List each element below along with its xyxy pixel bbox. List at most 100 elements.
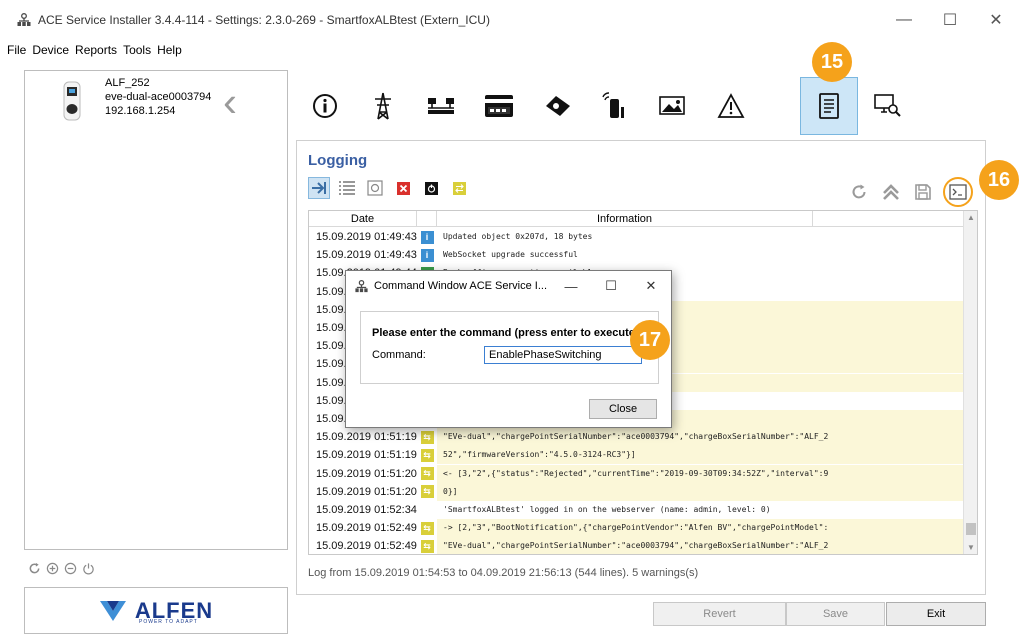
charger-tab[interactable]: [586, 77, 644, 135]
row-icon-cell: ⇆: [417, 430, 437, 444]
row-date: 15.09.2019 01:51:20: [316, 485, 417, 498]
message-filter-button[interactable]: [448, 177, 470, 199]
device-name: ALF_252: [105, 77, 150, 89]
minimize-button[interactable]: —: [881, 0, 927, 40]
dialog-close-button[interactable]: Close: [589, 399, 657, 419]
network-icon: [428, 98, 454, 114]
message-arrows-icon: ⇆: [420, 521, 434, 535]
add-icon[interactable]: [46, 562, 59, 575]
dialog-title: Command Window ACE Service I...: [374, 280, 548, 292]
grid-tab[interactable]: [354, 77, 412, 135]
power-icon[interactable]: [82, 562, 95, 575]
table-row[interactable]: 15.09.2019 01:52:34 'SmartfoxALBtest' log…: [309, 501, 964, 519]
row-date: 15.09.2019 01:49:43: [316, 231, 417, 244]
warning-icon: [717, 93, 745, 118]
callout-badge-17: 17: [630, 320, 670, 360]
refresh-icon[interactable]: [28, 562, 41, 575]
message-arrows-icon: ⇆: [420, 448, 434, 462]
autoscroll-button[interactable]: [308, 177, 330, 199]
table-row[interactable]: 15.09.2019 01:49:43 i WebSocket upgrade su…: [309, 246, 964, 264]
device-id: eve-dual-ace0003794: [105, 91, 212, 103]
row-information: <- [3,"2",{"status":"Rejected","currentT…: [437, 464, 964, 483]
dialog-maximize-button[interactable]: ☐: [591, 271, 631, 301]
log-status: Log from 15.09.2019 01:54:53 to 04.09.20…: [308, 567, 699, 579]
message-arrows-icon: ⇆: [420, 485, 434, 499]
header-icon: [417, 211, 437, 226]
scroll-down-icon[interactable]: ▼: [967, 543, 975, 552]
list-view-button[interactable]: [336, 177, 358, 199]
table-row[interactable]: 15.09.2019 01:49:43 i Updated object 0x207…: [309, 228, 964, 246]
window-title: ACE Service Installer 3.4.4-114 - Settin…: [38, 13, 490, 27]
row-icon-cell: ⇆: [417, 448, 437, 462]
table-row[interactable]: 15.09.2019 01:52:49 ⇆ -> [2,"3","BootNotif…: [309, 519, 964, 538]
log-toolbar-right: [847, 177, 973, 207]
table-row[interactable]: 15.09.2019 01:51:20 ⇆ <- [3,"2",{"status":…: [309, 464, 964, 483]
scroll-thumb[interactable]: [966, 523, 976, 535]
row-icon-cell: i: [417, 248, 437, 262]
row-information: WebSocket upgrade successful: [443, 250, 578, 260]
table-row[interactable]: 15.09.2019 01:52:49 ⇆ "EVe-dual","chargePo…: [309, 537, 964, 554]
alfen-logo-mark-icon: [99, 600, 126, 621]
table-row[interactable]: 15.09.2019 01:51:19 ⇆ "EVe-dual","chargePo…: [309, 428, 964, 447]
command-input[interactable]: [484, 346, 642, 364]
row-date: 15.09.2019 01:52:49: [316, 522, 417, 535]
circle-box-icon: [367, 180, 383, 196]
table-row[interactable]: 15.09.2019 01:51:19 ⇆ 52","firmwareVersion…: [309, 446, 964, 465]
save-log-button[interactable]: [911, 180, 935, 204]
monitor-tab[interactable]: [858, 77, 916, 135]
power-tower-icon: [375, 92, 391, 120]
maximize-button[interactable]: ☐: [927, 0, 973, 40]
row-icon-cell: ⇆: [417, 539, 437, 553]
device-tools: [28, 562, 95, 575]
menu-device[interactable]: Device: [29, 43, 72, 57]
log-table-header: Date Information: [309, 211, 964, 227]
power-filter-button[interactable]: [420, 177, 442, 199]
device-list-item[interactable]: ALF_252 eve-dual-ace0003794 192.168.1.25…: [25, 71, 287, 133]
device-ip: 192.168.1.254: [105, 105, 176, 117]
reload-button[interactable]: [847, 180, 871, 204]
payment-icon: [546, 96, 570, 116]
dialog-close-x-button[interactable]: ✕: [631, 271, 671, 301]
callout-badge-16: 16: [979, 160, 1019, 200]
logging-tab[interactable]: [800, 77, 858, 135]
warning-tab[interactable]: [702, 77, 760, 135]
revert-button[interactable]: Revert: [653, 602, 786, 626]
dialog-app-icon: [355, 279, 368, 292]
collapse-chevron-icon[interactable]: ‹: [223, 81, 237, 123]
network-tab[interactable]: [412, 77, 470, 135]
header-date[interactable]: Date: [309, 211, 417, 226]
payment-tab[interactable]: [528, 77, 586, 135]
info-icon: [313, 94, 337, 118]
list-icon: [339, 181, 355, 195]
menu-reports[interactable]: Reports: [72, 43, 120, 57]
table-row[interactable]: 15.09.2019 01:51:20 ⇆ 0}]: [309, 482, 964, 501]
exit-button[interactable]: Exit: [886, 602, 986, 626]
menu-file[interactable]: File: [4, 43, 29, 57]
error-filter-button[interactable]: [392, 177, 414, 199]
card-tab[interactable]: [470, 77, 528, 135]
header-information[interactable]: Information: [437, 211, 813, 226]
row-date: 15.09.2019 01:52:49: [316, 540, 417, 553]
remove-icon[interactable]: [64, 562, 77, 575]
dialog-minimize-button[interactable]: —: [551, 271, 591, 301]
floppy-icon: [915, 184, 931, 200]
scroll-top-button[interactable]: [879, 180, 903, 204]
arrows-icon: [452, 181, 466, 195]
command-window-button[interactable]: [943, 177, 973, 207]
log-scrollbar[interactable]: ▲ ▼: [963, 211, 977, 554]
menu-tools[interactable]: Tools: [120, 43, 154, 57]
command-label: Command:: [372, 349, 426, 361]
scroll-up-icon[interactable]: ▲: [967, 213, 975, 222]
row-information: Updated object 0x207d, 18 bytes: [443, 232, 593, 242]
row-date: 15.09.2019 01:51:19: [316, 431, 417, 444]
menu-help[interactable]: Help: [154, 43, 185, 57]
row-date: 15.09.2019 01:49:43: [316, 249, 417, 262]
info-tab[interactable]: [296, 77, 354, 135]
image-tab[interactable]: [644, 77, 702, 135]
row-icon-cell: ⇆: [417, 467, 437, 481]
save-button[interactable]: Save: [786, 602, 885, 626]
message-arrows-icon: ⇆: [420, 430, 434, 444]
reload-icon: [852, 184, 866, 199]
close-window-button[interactable]: ✕: [973, 0, 1019, 40]
filter-button[interactable]: [364, 177, 386, 199]
